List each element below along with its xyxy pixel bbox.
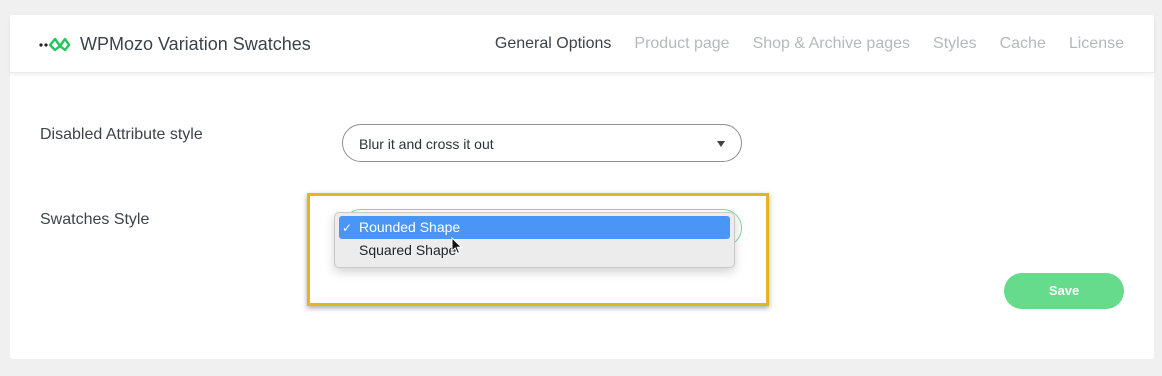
- tab-general-options[interactable]: General Options: [495, 35, 612, 53]
- settings-card: WPMozo Variation Swatches General Option…: [10, 15, 1154, 359]
- top-nav: General Options Product page Shop & Arch…: [472, 35, 1124, 53]
- disabled-attribute-style-label: Disabled Attribute style: [40, 126, 203, 143]
- tab-product-page[interactable]: Product page: [634, 35, 729, 53]
- wpmozo-logo-icon: [39, 37, 71, 52]
- option-rounded-shape[interactable]: ✓ Rounded Shape: [339, 216, 730, 239]
- swatches-style-dropdown: ✓ Rounded Shape Squared Shape: [334, 212, 735, 268]
- option-squared-shape[interactable]: Squared Shape: [339, 239, 730, 262]
- tab-cache[interactable]: Cache: [1000, 35, 1046, 53]
- swatches-style-label: Swatches Style: [40, 211, 150, 228]
- disabled-attribute-style-value: Blur it and cross it out: [359, 136, 494, 152]
- tab-license[interactable]: License: [1069, 35, 1124, 53]
- app-title: WPMozo Variation Swatches: [80, 34, 311, 54]
- header-bar: WPMozo Variation Swatches General Option…: [10, 15, 1154, 73]
- disabled-attribute-style-select[interactable]: Blur it and cross it out: [342, 124, 742, 162]
- mouse-cursor-icon: [451, 237, 463, 255]
- chevron-down-icon: [717, 141, 725, 147]
- save-button[interactable]: Save: [1004, 273, 1124, 309]
- checkmark-icon: ✓: [342, 221, 353, 235]
- tab-styles[interactable]: Styles: [933, 35, 977, 53]
- tab-shop-archive-pages[interactable]: Shop & Archive pages: [753, 35, 910, 53]
